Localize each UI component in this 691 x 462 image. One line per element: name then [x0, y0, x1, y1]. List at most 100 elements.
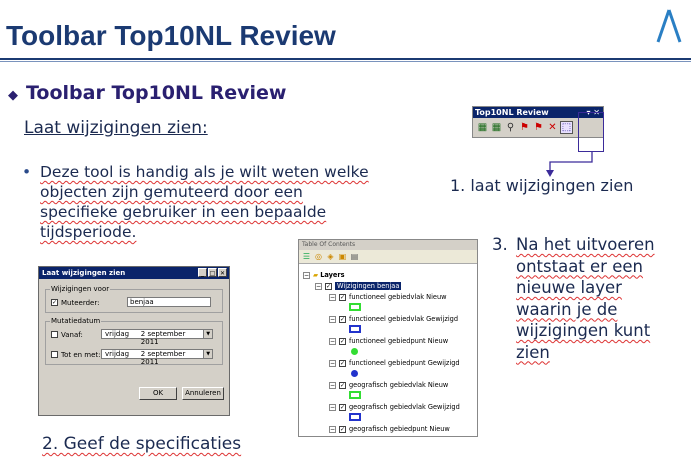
list-by-source-icon[interactable]: ◎: [314, 252, 323, 261]
changes-dialog: Laat wijzigingen zien _ □ ✕ Wijzigingen …: [38, 266, 230, 416]
layer-visibility-checkbox[interactable]: ✓: [339, 315, 346, 323]
mutator-label: Muteerder:: [61, 299, 100, 307]
point-symbol-icon: [351, 370, 358, 377]
dialog-title: Laat wijzigingen zien: [42, 269, 126, 277]
list-by-selection-icon[interactable]: ▣: [338, 252, 347, 261]
collapse-icon[interactable]: −: [329, 381, 336, 389]
flag-icon[interactable]: ⚑: [519, 122, 530, 133]
cancel-button[interactable]: Annuleren: [182, 387, 224, 400]
toc-layer-label: geografisch gebiedvlak Nieuw: [349, 381, 449, 389]
dialog-titlebar: Laat wijzigingen zien _ □ ✕: [39, 267, 229, 279]
toc-layer-row[interactable]: − ✓ functioneel gebiedpunt Nieuw: [329, 336, 448, 346]
polygon-symbol-icon: [349, 325, 361, 333]
from-checkbox[interactable]: [51, 331, 58, 338]
toc-title: Table Of Contents: [299, 240, 477, 250]
collapse-icon[interactable]: −: [329, 403, 336, 411]
layer-visibility-checkbox[interactable]: ✓: [339, 425, 346, 433]
collapse-icon[interactable]: −: [315, 282, 322, 290]
collapse-icon[interactable]: −: [329, 337, 336, 345]
toc-toolbar: ☰ ◎ ◈ ▣ ▤: [299, 250, 477, 264]
bullet-dot-icon: •: [22, 163, 32, 181]
toc-layer-label: geografisch gebiedpunt Nieuw: [349, 425, 450, 433]
toc-group-label: Wijzigingen benjaa: [335, 282, 402, 290]
toc-layer-row[interactable]: − ✓ geografisch gebiedpunt Nieuw: [329, 424, 450, 434]
show-changes-icon[interactable]: ⬚: [560, 121, 573, 134]
options-icon[interactable]: ▤: [350, 252, 359, 261]
list-by-drawing-order-icon[interactable]: ☰: [302, 252, 311, 261]
caption-step-3-text: Na het uitvoeren ontstaat er een nieuwe …: [516, 235, 655, 362]
layers-folder-icon: ▰: [313, 271, 319, 279]
flag-x-icon[interactable]: ✕: [547, 122, 558, 133]
caption-step-1: 1. laat wijzigingen zien: [450, 176, 633, 195]
pointer-arrow: [546, 152, 593, 177]
caption-step-3: 3. Na het uitvoeren ontstaat er een nieu…: [492, 234, 682, 363]
dialog-controls: _ □ ✕: [198, 268, 227, 277]
caption-step-2: 2. Geef de specificaties: [42, 434, 241, 454]
subtitle-text: Toolbar Top10NL Review: [26, 82, 287, 104]
toc-layer-row[interactable]: − ✓ functioneel gebiedpunt Gewijzigd: [329, 358, 460, 368]
header-rule-thin: [0, 61, 691, 62]
from-date-day: vrijdag: [105, 330, 130, 338]
toc-layer-label: functioneel gebiedpunt Nieuw: [349, 337, 449, 345]
mutator-input[interactable]: benjaa: [127, 297, 211, 307]
toc-root-label: Layers: [320, 271, 345, 279]
until-date-day: vrijdag: [105, 350, 130, 358]
group-visibility-checkbox[interactable]: ✓: [325, 282, 332, 290]
close-icon[interactable]: ✕: [218, 268, 227, 277]
toc-layer-label: functioneel gebiedpunt Gewijzigd: [349, 359, 460, 367]
point-symbol-icon: [351, 348, 358, 355]
from-date-picker[interactable]: vrijdag 2 september 2011 ▼: [101, 329, 213, 346]
chevron-down-icon[interactable]: ▼: [203, 350, 212, 358]
until-date-value: 2 september 2011: [140, 350, 186, 366]
toc-layer-row[interactable]: − ✓ functioneel gebiedvlak Gewijzigd: [329, 314, 458, 324]
section-heading: Laat wijzigingen zien:: [24, 118, 208, 138]
minimize-icon[interactable]: _: [198, 268, 207, 277]
toc-root[interactable]: − ▰ Layers: [303, 270, 345, 280]
table-of-contents: Table Of Contents ☰ ◎ ◈ ▣ ▤ − ▰ Layers − ✓…: [298, 239, 478, 437]
toolbar-title: Top10NL Review: [475, 108, 549, 117]
chevron-down-icon[interactable]: ▼: [203, 330, 212, 338]
company-logo-icon: [656, 9, 682, 43]
caption-step-2-text: 2. Geef de specificaties: [42, 434, 242, 454]
toc-layer-row[interactable]: − ✓ geografisch gebiedvlak Nieuw: [329, 380, 448, 390]
grid-check-icon[interactable]: ▦: [491, 122, 502, 133]
body-text: Deze tool is handig als je wilt weten we…: [40, 163, 369, 241]
layer-visibility-checkbox[interactable]: ✓: [339, 381, 346, 389]
from-date-value: 2 september 2011: [140, 330, 186, 346]
until-label: Tot en met:: [61, 351, 101, 359]
toc-layer-label: functioneel gebiedvlak Nieuw: [349, 293, 447, 301]
until-checkbox[interactable]: [51, 351, 58, 358]
mutation-date-label: Mutatiedatum: [50, 317, 102, 325]
collapse-icon[interactable]: −: [303, 271, 310, 279]
mutator-checkbox[interactable]: ✓: [51, 299, 58, 306]
toc-layer-label: geografisch gebiedvlak Gewijzigd: [349, 403, 460, 411]
header-rule: [0, 58, 691, 60]
until-date-picker[interactable]: vrijdag 2 september 2011 ▼: [101, 349, 213, 366]
body-paragraph: • Deze tool is handig als je wilt weten …: [22, 162, 382, 242]
flag-prev-icon[interactable]: ⚑: [533, 122, 544, 133]
diamond-bullet-icon: ◆: [8, 88, 18, 103]
slide-subtitle: ◆ Toolbar Top10NL Review: [8, 82, 286, 104]
collapse-icon[interactable]: −: [329, 425, 336, 433]
caption-step-3-number: 3.: [492, 235, 508, 254]
collapse-icon[interactable]: −: [329, 315, 336, 323]
maximize-icon[interactable]: □: [208, 268, 217, 277]
layer-visibility-checkbox[interactable]: ✓: [339, 359, 346, 367]
toc-group[interactable]: − ✓ Wijzigingen benjaa: [315, 281, 402, 291]
caption-step-1-text: 1. laat wijzigingen zien: [450, 176, 634, 195]
layer-visibility-checkbox[interactable]: ✓: [339, 293, 346, 301]
from-label: Vanaf:: [61, 331, 83, 339]
collapse-icon[interactable]: −: [329, 293, 336, 301]
toc-layer-row[interactable]: − ✓ geografisch gebiedvlak Gewijzigd: [329, 402, 460, 412]
slide-title: Toolbar Top10NL Review: [6, 20, 336, 51]
grid-icon[interactable]: ▦: [477, 122, 488, 133]
point-symbol-icon: [351, 436, 358, 437]
list-by-visibility-icon[interactable]: ◈: [326, 252, 335, 261]
ok-button[interactable]: OK: [139, 387, 177, 400]
layer-visibility-checkbox[interactable]: ✓: [339, 337, 346, 345]
polygon-symbol-icon: [349, 413, 361, 421]
layer-visibility-checkbox[interactable]: ✓: [339, 403, 346, 411]
toc-layer-row[interactable]: − ✓ functioneel gebiedvlak Nieuw: [329, 292, 447, 302]
search-flag-icon[interactable]: ⚲: [505, 122, 516, 133]
collapse-icon[interactable]: −: [329, 359, 336, 367]
